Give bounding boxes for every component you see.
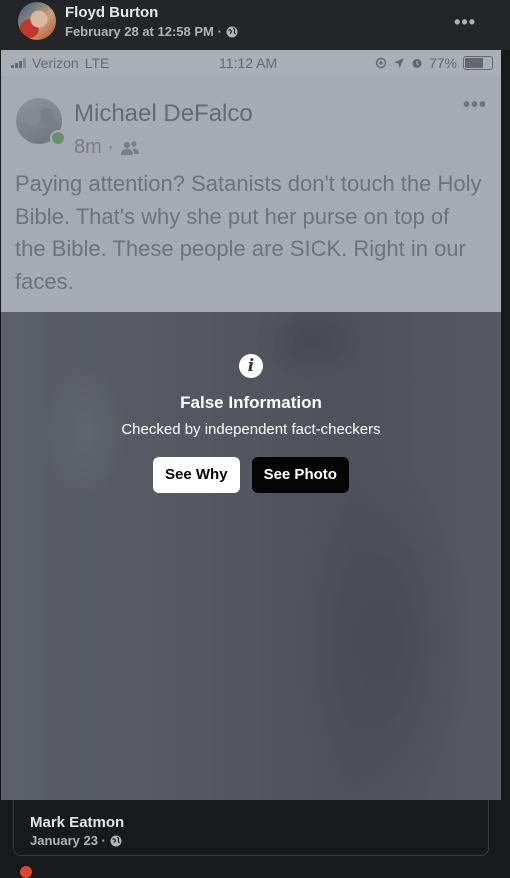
post-date[interactable]: February 28 at 12:58 PM · — [65, 24, 222, 39]
post-media[interactable]: Verizon LTE 11:12 AM 77% Michael DeFalco… — [1, 50, 501, 800]
globe-icon — [110, 835, 122, 846]
shared-date[interactable]: January 23 · — [30, 833, 106, 848]
globe-icon — [226, 26, 238, 37]
author-avatar[interactable] — [18, 2, 56, 40]
shared-post-card[interactable]: Mark Eatmon January 23 · — [13, 800, 489, 856]
post-author-name[interactable]: Floyd Burton — [65, 4, 158, 21]
warning-actions: See Why See Photo — [1, 457, 501, 493]
post-meta: February 28 at 12:58 PM · — [65, 24, 238, 39]
post-header: Floyd Burton February 28 at 12:58 PM · •… — [0, 0, 510, 50]
shared-meta: January 23 · — [30, 833, 122, 848]
see-photo-button[interactable]: See Photo — [251, 457, 349, 493]
shared-author-name[interactable]: Mark Eatmon — [30, 814, 124, 831]
warning-title: False Information — [180, 393, 322, 412]
reaction-icon — [20, 866, 32, 878]
warning-subtitle: Checked by independent fact-checkers — [121, 421, 381, 438]
false-info-warning: i False Information Checked by independe… — [1, 354, 501, 493]
see-why-button[interactable]: See Why — [153, 457, 240, 493]
info-icon: i — [239, 354, 263, 378]
more-options-icon[interactable]: ••• — [454, 12, 476, 33]
